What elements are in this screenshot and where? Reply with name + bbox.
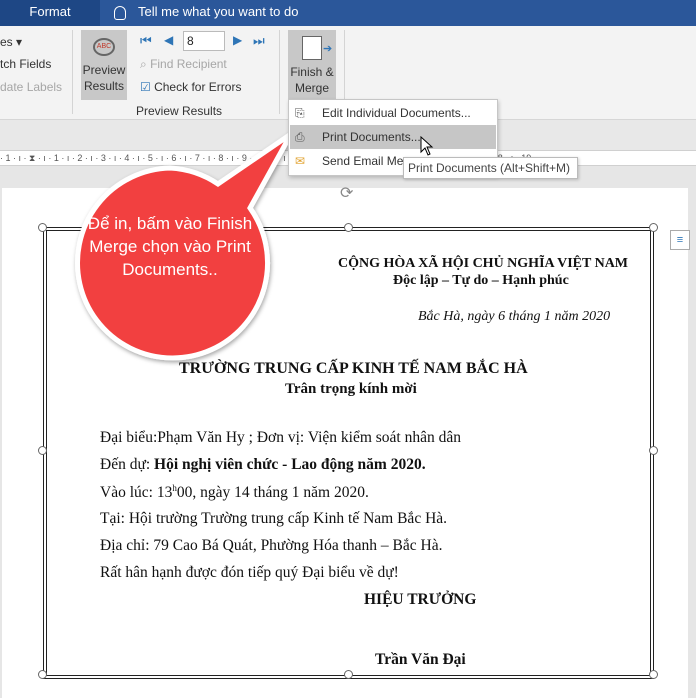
menu-item-label: Edit Individual Documents...: [322, 106, 471, 120]
send-email-icon: ✉: [295, 154, 306, 168]
menu-item-print-documents[interactable]: ⎙ Print Documents...: [290, 125, 496, 149]
callout-text: Để in, bấm vào Finish Merge chọn vào Pri…: [87, 214, 253, 279]
menu-item-edit-individual-documents[interactable]: ⎘ Edit Individual Documents...: [290, 101, 496, 125]
tooltip: Print Documents (Alt+Shift+M): [403, 157, 578, 179]
edit-documents-icon: ⎘: [295, 106, 305, 120]
print-documents-icon: ⎙: [295, 130, 305, 144]
mouse-cursor-icon: [420, 136, 434, 156]
menu-item-label: Print Documents...: [322, 130, 421, 144]
